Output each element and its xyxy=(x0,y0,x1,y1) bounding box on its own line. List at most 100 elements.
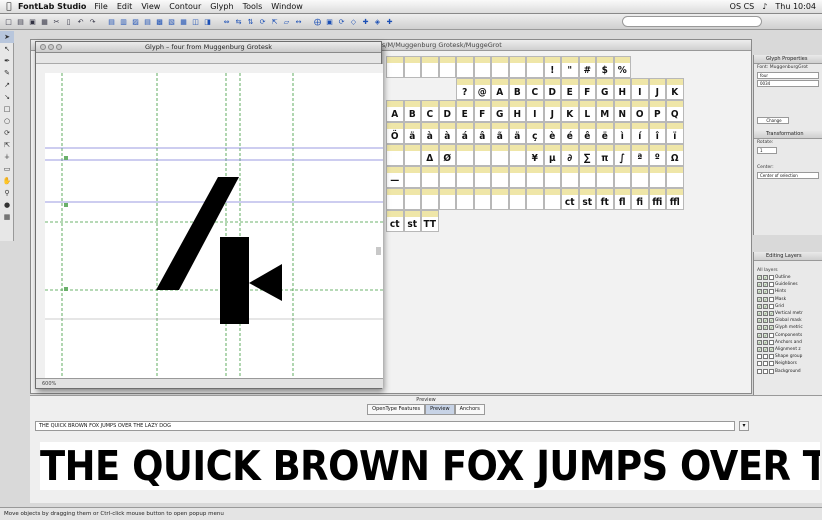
center-select[interactable]: Center of selection xyxy=(757,172,819,179)
apple-icon[interactable]:  xyxy=(0,2,18,12)
glyph-cell[interactable]: º xyxy=(648,144,666,166)
close-button[interactable] xyxy=(40,44,46,50)
menu-file[interactable]: File xyxy=(94,2,107,11)
glyph-cell[interactable]: Ö xyxy=(386,122,404,144)
measure-tool-icon[interactable]: ∔ xyxy=(0,151,14,163)
glyph-cell[interactable] xyxy=(508,188,526,210)
undo-icon[interactable]: ↶ xyxy=(75,16,86,27)
menu-window[interactable]: Window xyxy=(271,2,303,11)
glyph-cell[interactable]: C xyxy=(421,100,439,122)
align-center-icon[interactable]: ▥ xyxy=(118,16,129,27)
layer-checkbox[interactable]: ✓ xyxy=(763,346,768,352)
node-marker[interactable] xyxy=(64,156,68,160)
glyph-cell[interactable] xyxy=(491,144,509,166)
glyph-cell[interactable]: ä xyxy=(508,122,526,144)
color-tool-icon[interactable]: ● xyxy=(0,199,14,211)
scale-icon[interactable]: ⇱ xyxy=(269,16,280,27)
glyph-cell[interactable]: K xyxy=(666,78,684,100)
glyph-cell[interactable]: ç xyxy=(526,122,544,144)
glyph-cell[interactable]: F xyxy=(578,78,596,100)
layer-checkbox[interactable]: ✓ xyxy=(757,318,762,324)
grid-tool-icon[interactable]: ▦ xyxy=(0,211,14,223)
glyph-cell[interactable] xyxy=(438,188,456,210)
rapid-tool-icon[interactable]: ↗ xyxy=(0,79,14,91)
glyph-cell[interactable]: Q xyxy=(666,100,684,122)
glyph-cell[interactable]: ffl xyxy=(666,188,684,210)
glyph-cell[interactable]: C xyxy=(526,78,544,100)
layer-checkbox[interactable]: ✓ xyxy=(757,296,762,302)
rotate-value[interactable]: 1 xyxy=(757,147,777,154)
layer-checkbox[interactable] xyxy=(757,368,762,374)
all-layers-label[interactable]: All layers xyxy=(754,267,822,274)
layer-checkbox[interactable]: ✓ xyxy=(763,332,768,338)
eraser-tool-icon[interactable]: ▭ xyxy=(0,163,14,175)
layer-checkbox[interactable]: ✓ xyxy=(763,282,768,288)
layer-checkbox[interactable]: ✓ xyxy=(763,296,768,302)
glyph-cell[interactable] xyxy=(456,188,474,210)
glyph-cell[interactable]: î xyxy=(648,122,666,144)
glyph-cell[interactable]: è xyxy=(543,122,561,144)
layer-checkbox[interactable]: ✓ xyxy=(757,339,762,345)
glyph-cell[interactable]: Ω xyxy=(666,144,684,166)
layer-checkbox[interactable]: ✓ xyxy=(757,325,762,331)
glyph-cell[interactable] xyxy=(386,188,404,210)
glyph-cell[interactable] xyxy=(491,188,509,210)
glyph-cell[interactable] xyxy=(561,166,579,188)
glyph-window-toolbar[interactable] xyxy=(36,53,381,64)
glyph-cell[interactable]: # xyxy=(578,56,596,78)
glyph-cell[interactable] xyxy=(473,56,491,78)
layer-row[interactable]: ✓ ✓ ✓ Alignment z xyxy=(754,346,822,353)
layer-checkbox[interactable] xyxy=(769,354,774,360)
glyph-cell[interactable] xyxy=(438,56,456,78)
layer-row[interactable]: ✓ ✓ Outline xyxy=(754,274,822,281)
new-file-icon[interactable]: □ xyxy=(3,16,14,27)
mirror-icon[interactable]: ↔ xyxy=(293,16,304,27)
hand-tool-icon[interactable]: ✋ xyxy=(0,175,14,187)
glyph-cell[interactable] xyxy=(526,56,544,78)
glyph-cell[interactable]: B xyxy=(403,100,421,122)
glyph-cell[interactable]: fl xyxy=(613,188,631,210)
glyph-cell[interactable]: D xyxy=(543,78,561,100)
glyph-cell[interactable]: A xyxy=(491,78,509,100)
glyph-cell[interactable]: Δ xyxy=(421,144,439,166)
glyph-cell[interactable] xyxy=(526,188,544,210)
glyph-cell[interactable]: E xyxy=(561,78,579,100)
layer-checkbox[interactable] xyxy=(769,275,774,281)
layer-checkbox[interactable] xyxy=(769,339,774,345)
glyph-cell[interactable] xyxy=(403,56,421,78)
glyph-cell[interactable] xyxy=(526,166,544,188)
slant-icon[interactable]: ▱ xyxy=(281,16,292,27)
glyph-cell[interactable]: π xyxy=(596,144,614,166)
glyph-cell[interactable]: TT xyxy=(421,210,439,232)
glyph-name-field[interactable]: four xyxy=(757,72,819,79)
glyph-cell[interactable] xyxy=(421,188,439,210)
redo-icon[interactable]: ↷ xyxy=(87,16,98,27)
glyph-cell[interactable]: ? xyxy=(456,78,474,100)
align-middle-icon[interactable]: ▩ xyxy=(154,16,165,27)
glyph-cell[interactable]: é xyxy=(561,122,579,144)
glyph-cell[interactable] xyxy=(613,166,631,188)
glyph-cell[interactable] xyxy=(438,166,456,188)
glyph-cell[interactable]: E xyxy=(456,100,474,122)
glyph-cell[interactable]: ∫ xyxy=(613,144,631,166)
layer-row[interactable]: ✓ ✓ ✓ Global mask xyxy=(754,317,822,324)
glyph-cell[interactable]: — xyxy=(386,166,404,188)
layer-checkbox[interactable]: ✓ xyxy=(763,339,768,345)
menu-glyph[interactable]: Glyph xyxy=(210,2,233,11)
glyph-cell[interactable]: ä xyxy=(403,122,421,144)
flip-vertical-icon[interactable]: ⇅ xyxy=(245,16,256,27)
menu-tools[interactable]: Tools xyxy=(243,2,263,11)
glyph-cell[interactable]: K xyxy=(561,100,579,122)
glyph-cell[interactable]: á xyxy=(456,122,474,144)
kerning-icon[interactable]: ⇔ xyxy=(221,16,232,27)
glyph-cell[interactable]: J xyxy=(543,100,561,122)
knife-tool-icon[interactable]: ✎ xyxy=(0,67,14,79)
volume-icon[interactable]: ♪ xyxy=(762,2,767,11)
layer-row[interactable]: ✓ ✓ Mask xyxy=(754,296,822,303)
glyph-cell[interactable] xyxy=(578,166,596,188)
align-right-icon[interactable]: ▨ xyxy=(130,16,141,27)
zoom-level[interactable]: 600% xyxy=(42,381,56,387)
glyph-cell[interactable] xyxy=(403,188,421,210)
glyph-cell[interactable]: ë xyxy=(596,122,614,144)
layer-checkbox[interactable] xyxy=(769,296,774,302)
